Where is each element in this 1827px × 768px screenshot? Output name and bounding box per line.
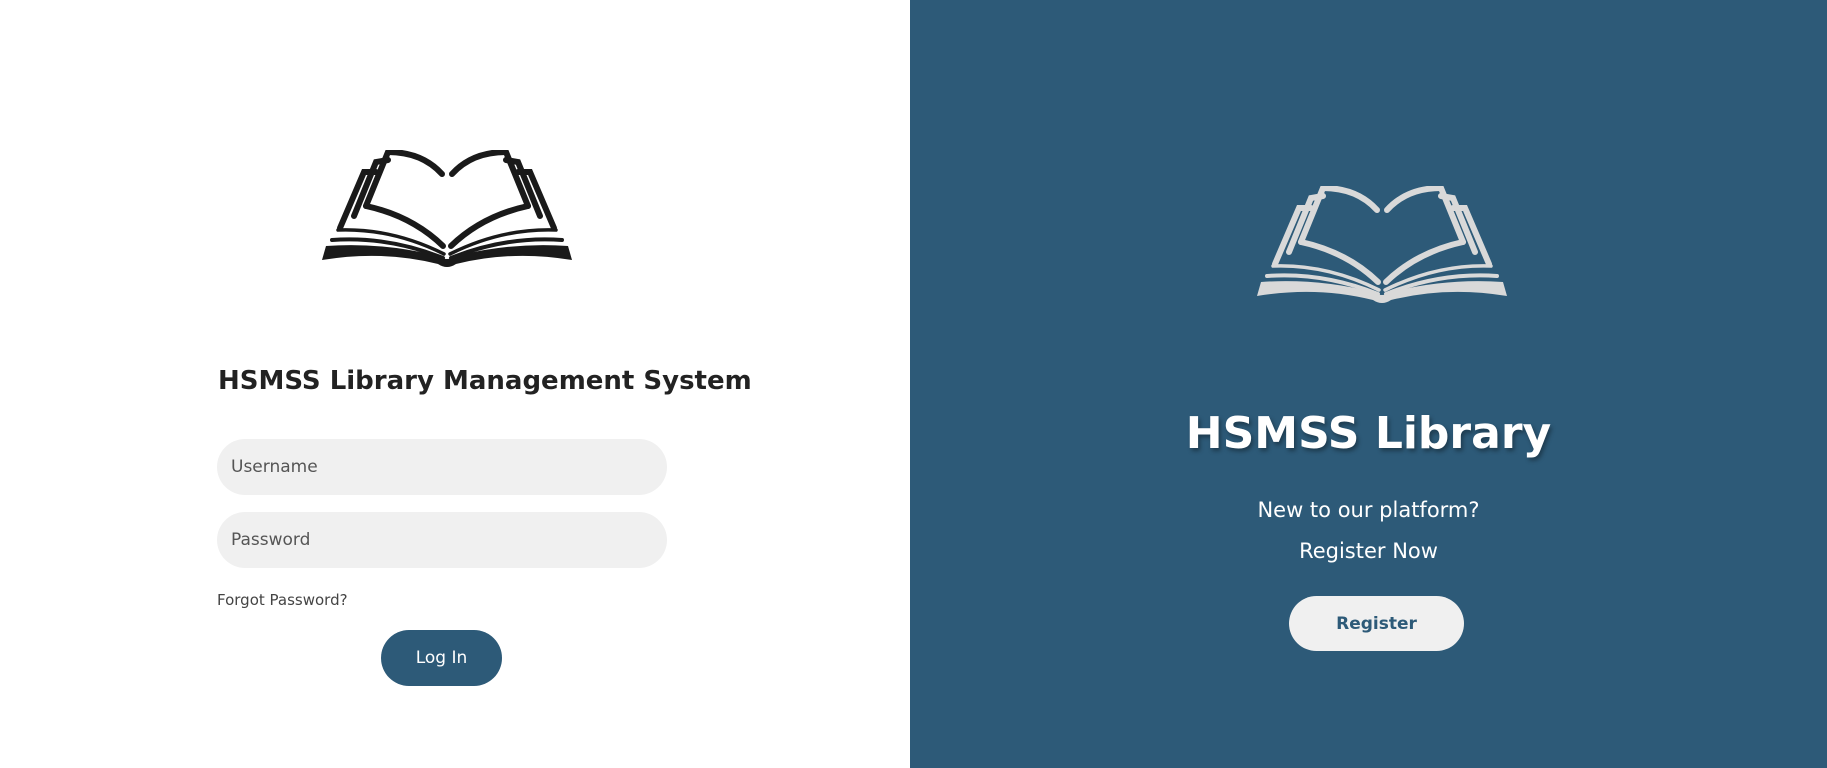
login-panel: HSMSS Library Management System Forgot P…: [0, 0, 910, 768]
page-title: HSMSS Library Management System: [218, 366, 752, 396]
username-input[interactable]: [217, 439, 667, 495]
register-button[interactable]: Register: [1289, 596, 1464, 651]
register-cta-text: Register Now: [1299, 539, 1438, 563]
login-button[interactable]: Log In: [381, 630, 502, 686]
brand-title: HSMSS Library: [1185, 408, 1552, 459]
register-panel: HSMSS Library New to our platform? Regis…: [910, 0, 1827, 768]
open-book-icon: [1257, 186, 1507, 303]
register-prompt: New to our platform?: [1257, 498, 1480, 522]
open-book-icon: [322, 150, 572, 267]
forgot-password-link[interactable]: Forgot Password?: [217, 591, 348, 609]
login-page: HSMSS Library Management System Forgot P…: [0, 0, 1827, 768]
password-input[interactable]: [217, 512, 667, 568]
